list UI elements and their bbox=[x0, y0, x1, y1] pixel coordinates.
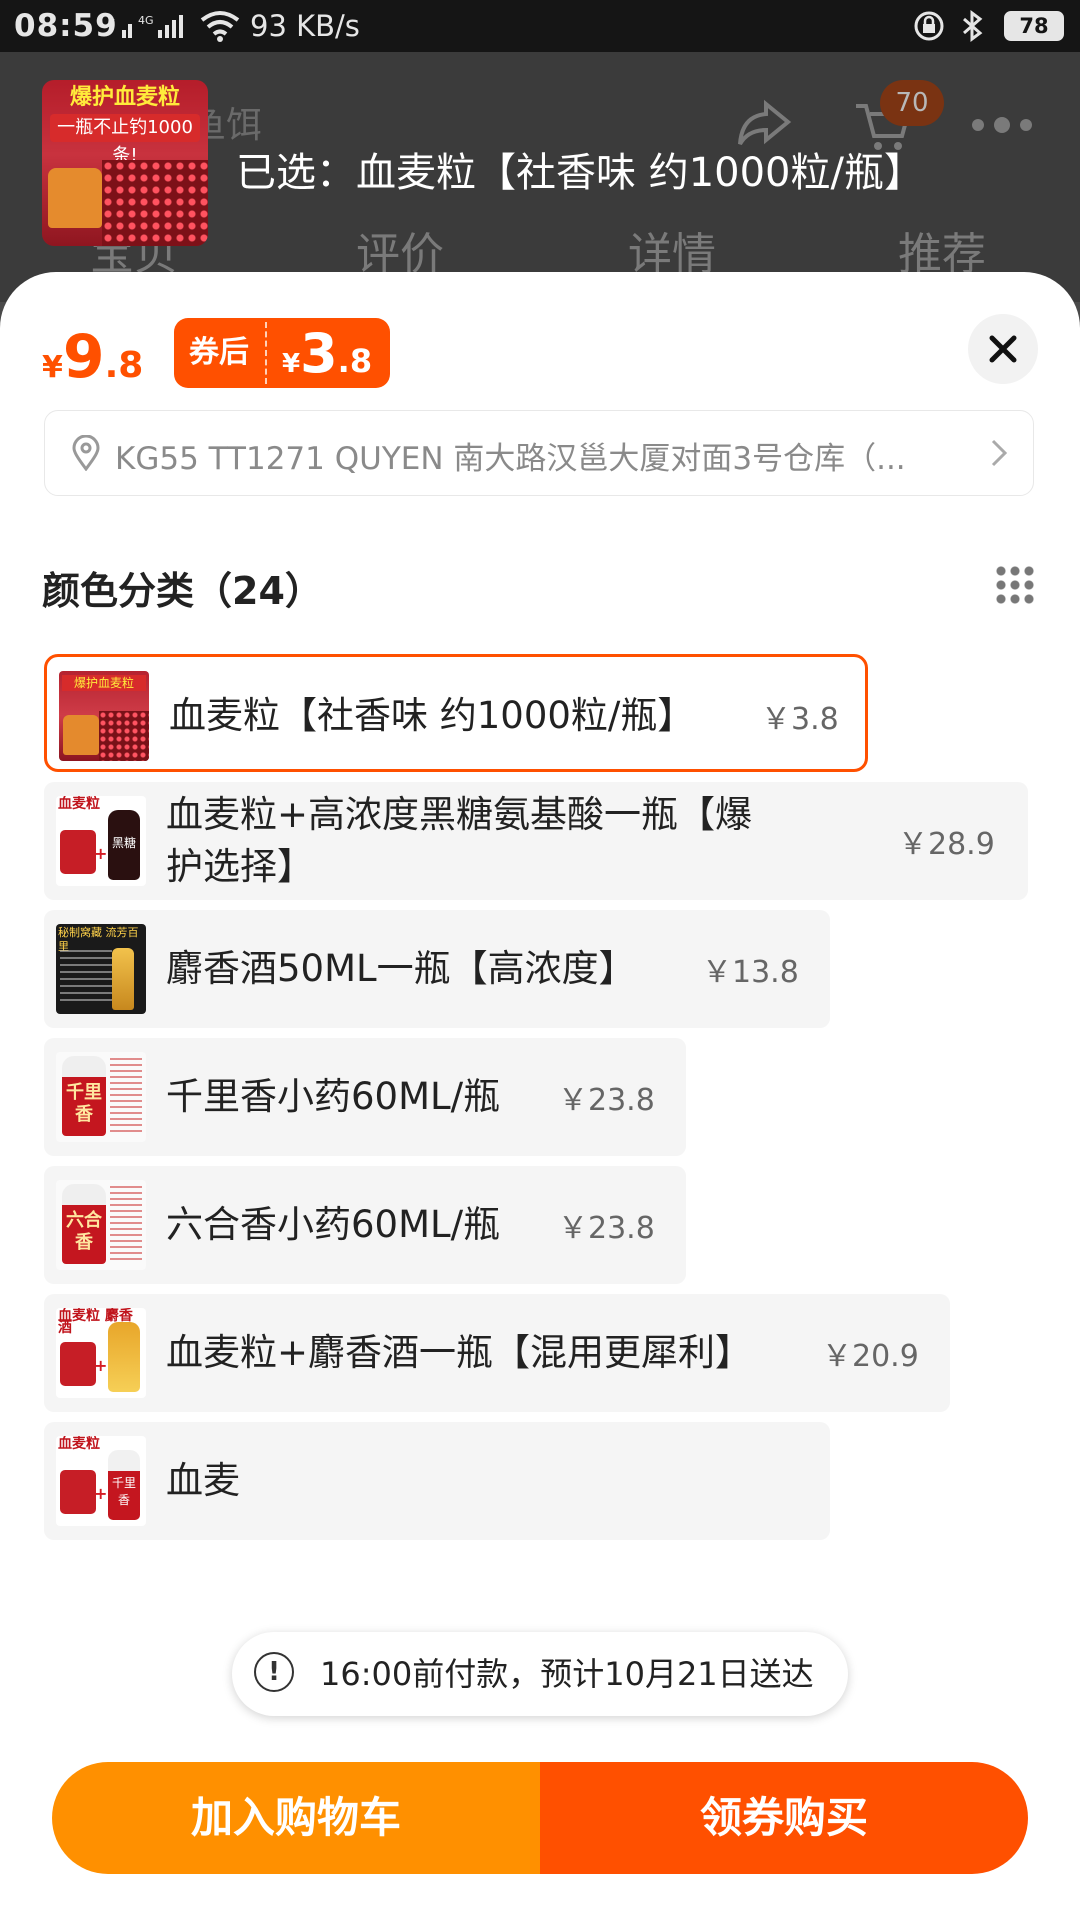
variant-price: ￥20.9 bbox=[822, 1339, 919, 1374]
variant-thumbnail: 六合香 bbox=[56, 1180, 146, 1270]
shipping-address: KG55 TT1271 QUYEN 南大路汉邕大厦对面3号仓库（... bbox=[115, 441, 906, 477]
coupon-label: 券后 bbox=[189, 335, 249, 370]
variant-option[interactable]: 血麦粒 麝香酒 + 血麦粒+麝香酒一瓶【混用更犀利】 ￥20.9 bbox=[44, 1294, 950, 1412]
variant-name: 血麦粒+高浓度黑糖氨基酸一瓶【爆护选择】 bbox=[166, 793, 753, 888]
delivery-toast: ! 16:00前付款，预计10月21日送达 bbox=[232, 1632, 848, 1716]
variant-thumbnail: 血麦粒 + 黑糖 bbox=[56, 796, 146, 886]
close-button[interactable] bbox=[968, 314, 1038, 384]
add-to-cart-button[interactable]: 加入购物车 bbox=[52, 1762, 540, 1874]
variant-thumbnail: 血麦粒 + 千里香 bbox=[56, 1436, 146, 1526]
variant-thumbnail: 千里香 bbox=[56, 1052, 146, 1142]
sku-selection-sheet: ¥9.8 券后 ¥3.8 KG55 TT1271 QUYEN 南大路汉邕大厦对面… bbox=[0, 272, 1080, 1920]
variant-option[interactable]: 秘制窝藏 流芳百里 麝香酒50ML一瓶【高浓度】 ￥13.8 bbox=[44, 910, 830, 1028]
variant-option[interactable]: 爆护血麦粒 血麦粒【社香味 约1000粒/瓶】 ￥3.8 bbox=[44, 654, 868, 772]
cart-count-badge: 70 bbox=[880, 80, 944, 126]
bluetooth-icon bbox=[963, 10, 983, 42]
variant-name: 麝香酒50ML一瓶【高浓度】 bbox=[166, 947, 636, 990]
variant-option[interactable]: 千里香 千里香小药60ML/瓶 ￥23.8 bbox=[44, 1038, 686, 1156]
svg-text:4G: 4G bbox=[138, 14, 154, 27]
variant-thumbnail: 血麦粒 麝香酒 + bbox=[56, 1308, 146, 1398]
variant-name: 血麦粒+麝香酒一瓶【混用更犀利】 bbox=[166, 1331, 753, 1374]
sale-price: ¥9.8 bbox=[42, 322, 144, 392]
variant-name: 血麦 bbox=[166, 1459, 240, 1502]
variant-option[interactable]: 六合香 六合香小药60ML/瓶 ￥23.8 bbox=[44, 1166, 686, 1284]
variant-thumbnail: 秘制窝藏 流芳百里 bbox=[56, 924, 146, 1014]
variant-section-title: 颜色分类（24） bbox=[42, 569, 323, 613]
variant-name: 千里香小药60ML/瓶 bbox=[166, 1075, 501, 1118]
variant-option[interactable]: 血麦粒 + 黑糖 血麦粒+高浓度黑糖氨基酸一瓶【爆护选择】 ￥28.9 bbox=[44, 782, 1028, 900]
location-pin-icon bbox=[72, 435, 100, 471]
variant-price: ￥23.8 bbox=[558, 1211, 655, 1246]
variant-name: 血麦粒【社香味 约1000粒/瓶】 bbox=[169, 694, 695, 737]
status-time: 08:59 bbox=[14, 8, 118, 44]
wifi-icon bbox=[200, 11, 240, 42]
status-bar: 08:59 x 4G 93 KB/s 78 bbox=[0, 0, 1080, 52]
svg-text:x: x bbox=[108, 15, 115, 29]
selected-variant-label: 已选：血麦粒【社香味 约1000粒/瓶】 bbox=[236, 150, 924, 196]
coupon-price: ¥3.8 bbox=[282, 322, 373, 385]
variant-price: ￥23.8 bbox=[558, 1083, 655, 1118]
grid-view-icon[interactable] bbox=[994, 564, 1036, 606]
more-icon[interactable] bbox=[970, 116, 1034, 134]
selected-product-image: 爆护血麦粒 一瓶不止钓1000条! bbox=[42, 80, 208, 246]
battery-indicator: 78 bbox=[1004, 11, 1064, 41]
variant-thumbnail: 爆护血麦粒 bbox=[59, 671, 149, 761]
coupon-price-tag: 券后 ¥3.8 bbox=[174, 318, 390, 388]
variant-option[interactable]: 血麦粒 + 千里香 血麦 bbox=[44, 1422, 830, 1540]
signal-icon: x 4G bbox=[108, 14, 183, 38]
delivery-message: 16:00前付款，预计10月21日送达 bbox=[320, 1655, 814, 1693]
variant-name: 六合香小药60ML/瓶 bbox=[166, 1203, 501, 1246]
close-icon bbox=[989, 335, 1017, 363]
variant-price: ￥28.9 bbox=[898, 827, 995, 862]
lock-rotation-icon bbox=[914, 11, 944, 41]
variant-price: ￥13.8 bbox=[702, 955, 799, 990]
chevron-right-icon bbox=[991, 439, 1008, 467]
network-speed: 93 KB/s bbox=[250, 9, 360, 43]
variant-price: ￥3.8 bbox=[761, 702, 839, 737]
buy-with-coupon-button[interactable]: 领券购买 bbox=[540, 1762, 1028, 1874]
shipping-address-row[interactable]: KG55 TT1271 QUYEN 南大路汉邕大厦对面3号仓库（... bbox=[44, 410, 1034, 496]
exclamation-icon: ! bbox=[254, 1652, 294, 1692]
